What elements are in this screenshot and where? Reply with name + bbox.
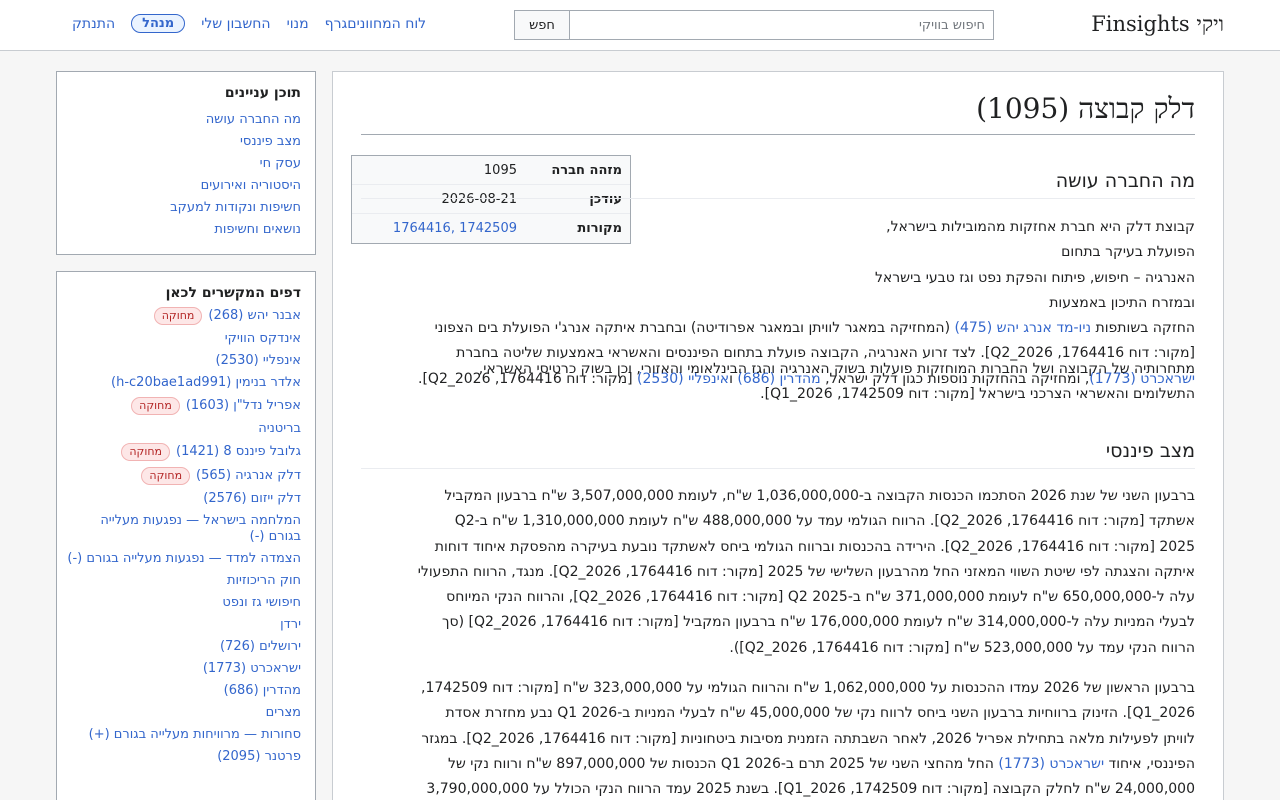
links-here-link[interactable]: אלדר בנימין (h-c20bae1ad991) bbox=[111, 375, 301, 390]
text: החזקה בשותפות bbox=[1091, 320, 1195, 337]
text-line: הרווח הנקי עמד על 523,000,000 ש"ח [מקור:… bbox=[729, 639, 1195, 656]
links-here-item: סחורות — מרוויחות מעלייה בגורם (+) bbox=[67, 727, 301, 743]
links-here-item: ירושלים (726) bbox=[67, 639, 301, 655]
text-line: 2025 [מקור: דוח 1764416, Q2_2026]. היריד… bbox=[434, 538, 1195, 555]
links-here-item: גלובל פיננס 8 (1421) מחוקה bbox=[67, 443, 301, 461]
links-here-item: מהדרין (686) bbox=[67, 683, 301, 699]
text: הפיננסי, איחוד bbox=[1104, 755, 1195, 772]
link-newmed[interactable]: ניו-מד אנרג יהש (475) bbox=[954, 320, 1091, 336]
text-line: החזקה בשותפות ניו-מד אנרג יהש (475) (המח… bbox=[361, 316, 1195, 341]
links-here-link[interactable]: ישראכרט (1773) bbox=[203, 661, 301, 676]
links-here-link[interactable]: אפריל נדל"ן (1603) bbox=[186, 398, 301, 413]
links-here-item: אינפליי (2530) bbox=[67, 353, 302, 369]
search-input[interactable] bbox=[569, 10, 994, 40]
links-here-link[interactable]: הצמדה למדד — נפגעות מעלייה בגורם (-) bbox=[67, 551, 301, 566]
links-here-item: אפריל נדל"ן (1603) מחוקה bbox=[67, 397, 301, 415]
links-here-link[interactable]: בריטניה bbox=[258, 421, 301, 436]
text-line: ברבעון השני של שנת 2026 הסתכמו הכנסות הק… bbox=[444, 488, 1195, 504]
links-here-item: דלק ייזום (2576) bbox=[67, 491, 301, 507]
nav-graph[interactable]: גרף bbox=[325, 16, 348, 32]
disputed-badge: מחוקה bbox=[141, 467, 191, 485]
top-nav: לוח המחוונים גרף מנוי החשבון שלי מנהל הת… bbox=[56, 14, 426, 33]
section1-paragraph-2: מתחרותיה של הקבוצה ושל החברות המוחזקות פ… bbox=[361, 357, 1195, 408]
text-line: קבוצת דלק היא חברת אחזקות מהמובילות בישר… bbox=[886, 219, 1195, 261]
page-title: דלק קבוצה (1095) bbox=[361, 92, 1195, 135]
nav-logout[interactable]: התנתק bbox=[72, 16, 115, 32]
toc-item[interactable]: מה החברה עושה bbox=[57, 109, 301, 131]
links-here-title: דפים המקשרים לכאן bbox=[165, 285, 301, 301]
links-here-item: מצרים bbox=[67, 705, 301, 721]
section-heading-what-company-does: מה החברה עושה bbox=[361, 170, 1195, 199]
text-line: איתקה והצגתה לפי שיטת השווי המאזני החל מ… bbox=[417, 563, 1195, 580]
nav-subscription[interactable]: מנוי bbox=[287, 16, 309, 32]
nav-admin[interactable]: מנהל bbox=[131, 14, 186, 33]
section2-paragraph-2: ברבעון הראשון של 2026 עמדו ההכנסות על 1,… bbox=[361, 676, 1195, 800]
toc-item[interactable]: היסטוריה ואירועים bbox=[57, 175, 301, 197]
disputed-badge: מחוקה bbox=[153, 307, 203, 325]
section-heading-financial-state: מצב פיננסי bbox=[361, 440, 1195, 469]
links-here-item: אינדקס הוויקי bbox=[67, 331, 301, 347]
disputed-badge: מחוקה bbox=[121, 443, 170, 461]
text-line: לבעלי המניות עלה ל-314,000,000 ש"ח לעומת… bbox=[441, 614, 1195, 631]
links-here-item: אבנר יהש (268) מחוקה bbox=[67, 307, 301, 325]
nav-dashboard[interactable]: לוח המחוונים bbox=[347, 16, 426, 32]
links-here-link[interactable]: דלק ייזום (2576) bbox=[203, 491, 301, 506]
links-here-link[interactable]: סחורות — מרוויחות מעלייה בגורם (+) bbox=[89, 727, 301, 742]
section2-paragraph-1: ברבעון השני של שנת 2026 הסתכמו הכנסות הק… bbox=[361, 484, 1195, 661]
toc-list: מה החברה עושה מצב פיננסי עסק חי היסטוריה וא… bbox=[57, 101, 315, 241]
site-brand[interactable]: ויקי Finsights bbox=[1091, 12, 1224, 37]
toc-item[interactable]: נושאים וחשיפות bbox=[57, 219, 301, 241]
text: (המחזיקה במאגר לוויתן ובמאגר אפרודיטה) ו… bbox=[434, 320, 955, 337]
top-bar: ויקי Finsights חפש לוח המחוונים גרף מנוי… bbox=[0, 0, 1280, 51]
text-line: האנרגיה – חיפוש, פיתוח והפקת נפט וגז טבע… bbox=[874, 269, 1195, 311]
text-line: עלה ל-650,000,000 ש"ח לעומת 371,000,000 … bbox=[446, 589, 1195, 606]
toc-item[interactable]: מצב פיננסי bbox=[57, 131, 301, 153]
links-here-link[interactable]: אבנר יהש (268) bbox=[208, 308, 301, 323]
text: החל מהחצי השני של 2025 תרם ב-Q1 2026 הכנ… bbox=[447, 755, 999, 772]
links-here-link[interactable]: חוק הריכוזיות bbox=[227, 573, 301, 588]
toc-title: תוכן עניינים bbox=[224, 85, 301, 101]
links-here-link[interactable]: פרטנר (2095) bbox=[217, 749, 301, 764]
table-of-contents: תוכן עניינים מה החברה עושה מצב פיננסי עסק … bbox=[56, 71, 316, 255]
links-here-item: אלדר בנימין (h-c20bae1ad991) bbox=[67, 375, 301, 391]
text-line: הפיננסי, איחוד ישראכרט (1773) החל מהחצי … bbox=[361, 752, 1195, 777]
links-here-item: פרטנר (2095) bbox=[67, 749, 301, 765]
text-line: לוויתן לפעילות מלאה בתחילת אפריל 2026, ל… bbox=[421, 730, 1195, 747]
disputed-badge: מחוקה bbox=[131, 397, 180, 415]
search-button[interactable]: חפש bbox=[514, 10, 570, 40]
links-here-item: ישראכרט (1773) bbox=[67, 661, 301, 677]
links-here-link[interactable]: גלובל פיננס 8 (1421) bbox=[176, 444, 301, 459]
links-here-link[interactable]: מצרים bbox=[266, 705, 301, 720]
links-here-link[interactable]: דלק אנרגיה (565) bbox=[196, 468, 301, 483]
what-links-here: דפים המקשרים לכאן אבנר יהש (268) מחוקה אינ… bbox=[56, 271, 316, 800]
text-line: התשלומים והאשראי הצרכני בישראל [מקור: דו… bbox=[760, 386, 1195, 403]
nav-my-account[interactable]: החשבון שלי bbox=[201, 16, 270, 32]
links-here-item: ירדן bbox=[67, 617, 301, 633]
links-here-item: בריטניה bbox=[67, 421, 301, 437]
links-here-link[interactable]: חיפושי גז ונפט bbox=[222, 595, 301, 610]
search-form: חפש bbox=[514, 10, 994, 40]
links-here-item: דלק אנרגיה (565) מחוקה bbox=[67, 467, 301, 485]
links-here-link[interactable]: ירדן bbox=[280, 617, 301, 632]
links-here-link[interactable]: ירושלים (726) bbox=[220, 639, 301, 654]
links-here-item: המלחמה בישראל — נפגעות מעלייה בגורם (-) bbox=[67, 513, 301, 545]
links-here-link[interactable]: מהדרין (686) bbox=[224, 683, 301, 698]
links-here-item: חיפושי גז ונפט bbox=[67, 595, 301, 611]
text-line: 24,000,000 ש"ח לחלק הקבוצה [מקור: דוח 17… bbox=[426, 781, 1195, 798]
article-panel: דלק קבוצה (1095) מזהה חברה 1095 עודכן 20… bbox=[332, 71, 1224, 800]
text-line: Q1_2026]. הזינוק ברווחיות ברבעון השני בי… bbox=[445, 705, 1195, 722]
text-line: מתחרותיה של הקבוצה ושל החברות המוחזקות פ… bbox=[478, 361, 1195, 377]
toc-item[interactable]: חשיפות ונקודות למעקב bbox=[57, 197, 301, 219]
links-here-list: אבנר יהש (268) מחוקה אינדקס הוויקי אינפליי … bbox=[57, 301, 315, 765]
text-line: ברבעון הראשון של 2026 עמדו ההכנסות על 1,… bbox=[421, 680, 1195, 696]
links-here-item: הצמדה למדד — נפגעות מעלייה בגורם (-) bbox=[67, 551, 301, 567]
text-line: אשתקד [מקור: דוח 1764416, Q2_2026]. הרוו… bbox=[454, 513, 1195, 530]
links-here-item: חוק הריכוזיות bbox=[67, 573, 301, 589]
links-here-link[interactable]: אינדקס הוויקי bbox=[225, 331, 301, 346]
link-isracard[interactable]: ישראכרט (1773) bbox=[998, 756, 1104, 772]
links-here-link[interactable]: המלחמה בישראל — נפגעות מעלייה בגורם (-) bbox=[100, 513, 301, 544]
links-here-link[interactable]: אינפליי (2530) bbox=[216, 353, 302, 368]
toc-item[interactable]: עסק חי bbox=[57, 153, 301, 175]
